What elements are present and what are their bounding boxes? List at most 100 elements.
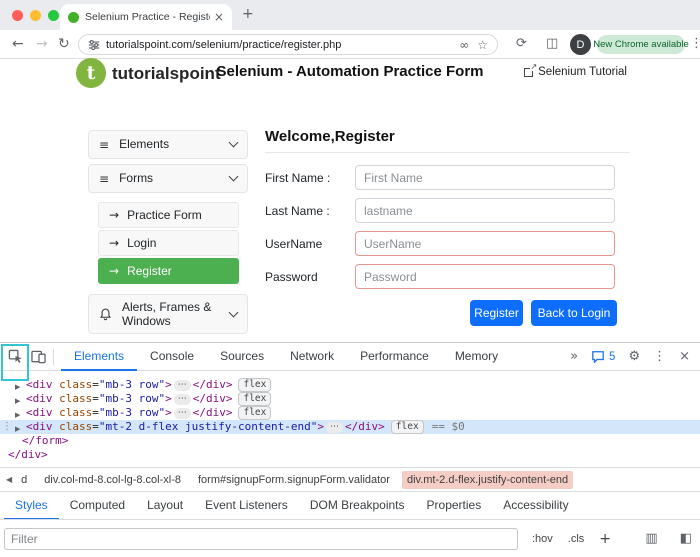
register-button[interactable]: Register: [470, 300, 523, 326]
close-window-button[interactable]: [12, 10, 23, 21]
glasses-icon[interactable]: ∞: [459, 38, 469, 52]
devtools-tab-elements[interactable]: Elements: [61, 343, 137, 371]
devtools-tab-performance[interactable]: Performance: [347, 343, 442, 371]
expand-children-button[interactable]: ⋯: [174, 408, 191, 419]
tab-close-icon[interactable]: ×: [214, 10, 224, 24]
username-input[interactable]: [355, 231, 615, 256]
inspect-element-button[interactable]: [8, 349, 23, 364]
styles-filter-input[interactable]: [4, 528, 518, 550]
accordion-elements-label: Elements: [119, 137, 230, 151]
site-settings-icon[interactable]: [88, 39, 100, 51]
dom-tree-row[interactable]: ▶<div class="mb-3 row">⋯</div>flex: [0, 406, 700, 420]
dom-tree-row[interactable]: ▶<div class="mb-3 row">⋯</div>flex: [0, 392, 700, 406]
tab-layout[interactable]: Layout: [136, 492, 194, 520]
selenium-favicon: [68, 12, 79, 23]
devtools-tabbar: Elements Console Sources Network Perform…: [0, 343, 700, 371]
accordion-elements[interactable]: ≡ Elements: [88, 130, 248, 159]
accordion-forms[interactable]: ≡ Forms: [88, 164, 248, 193]
forward-button[interactable]: →: [36, 36, 48, 52]
breadcrumb-item[interactable]: d: [16, 471, 32, 489]
sidebar-item-practice-form[interactable]: → Practice Form: [98, 202, 239, 228]
new-chrome-button[interactable]: New Chrome available: [597, 35, 685, 54]
more-panels-icon[interactable]: »: [570, 349, 578, 364]
browser-tab[interactable]: Selenium Practice - Register ×: [60, 4, 232, 30]
sidebar-item-label: Login: [127, 236, 156, 250]
bell-icon: [99, 307, 112, 321]
breadcrumb-scroll-left-icon[interactable]: ◀: [2, 475, 16, 484]
tab-properties[interactable]: Properties: [416, 492, 493, 520]
hover-state-button[interactable]: :hov: [532, 533, 553, 545]
class-toggle-button[interactable]: .cls: [568, 533, 585, 545]
accordion-alerts-frames-windows[interactable]: Alerts, Frames & Windows: [88, 294, 248, 334]
tab-dom-breakpoints[interactable]: DOM Breakpoints: [299, 492, 416, 520]
last-name-input[interactable]: [355, 198, 615, 223]
devtools-tab-sources[interactable]: Sources: [207, 343, 277, 371]
arrow-right-icon: →: [109, 208, 119, 222]
tab-styles[interactable]: Styles: [4, 492, 59, 520]
issues-button[interactable]: 5: [591, 350, 615, 363]
dollar-zero-annotation: == $0: [432, 420, 465, 433]
selenium-tutorial-link[interactable]: ↗ Selenium Tutorial: [524, 66, 627, 78]
back-to-login-button[interactable]: Back to Login: [531, 300, 617, 326]
dom-tree-row[interactable]: </form>: [0, 434, 700, 448]
breadcrumb-item[interactable]: form#signupForm.signupForm.validator: [193, 471, 395, 489]
devtools-tab-network[interactable]: Network: [277, 343, 347, 371]
reload-button[interactable]: ↻: [58, 36, 70, 52]
password-input[interactable]: [355, 264, 615, 289]
styles-sidebar-tabs: Styles Computed Layout Event Listeners D…: [0, 491, 700, 519]
new-tab-button[interactable]: +: [242, 6, 254, 22]
devtools-close-icon[interactable]: ×: [679, 349, 690, 364]
profile-avatar[interactable]: D: [570, 34, 591, 55]
device-toolbar-button[interactable]: [31, 350, 46, 364]
divider: [265, 152, 630, 153]
inspect-cursor-icon: [8, 349, 23, 364]
device-toolbar-icon: [31, 350, 46, 364]
new-style-rule-button[interactable]: +: [599, 531, 611, 547]
sidebar-toggle-icon[interactable]: ◧: [680, 531, 692, 546]
expand-children-button[interactable]: ⋯: [326, 422, 343, 433]
split-view-icon[interactable]: ◫: [546, 36, 558, 51]
sidebar-item-label: Practice Form: [127, 208, 202, 222]
password-label: Password: [265, 270, 318, 284]
sidebar-item-label: Register: [127, 264, 172, 278]
vertical-dots-icon: ⋮: [2, 420, 12, 434]
arrow-right-icon: →: [109, 264, 119, 278]
flex-badge[interactable]: flex: [238, 392, 271, 406]
browser-menu-icon[interactable]: ⋮: [690, 36, 700, 51]
sidebar-item-login[interactable]: → Login: [98, 230, 239, 256]
accordion-forms-label: Forms: [119, 171, 230, 185]
flex-badge[interactable]: flex: [391, 420, 424, 434]
breadcrumb-item-selected[interactable]: div.mt-2.d-flex.justify-content-end: [402, 471, 573, 489]
expand-children-button[interactable]: ⋯: [174, 394, 191, 405]
back-button[interactable]: ←: [12, 36, 24, 52]
devtools-menu-icon[interactable]: ⋮: [653, 349, 666, 364]
welcome-heading: Welcome,Register: [265, 128, 395, 145]
devtools-tab-console[interactable]: Console: [137, 343, 207, 371]
dom-tree: ▶<div class="mb-3 row">⋯</div>flex ▶<div…: [0, 372, 700, 467]
hamburger-icon: ≡: [99, 138, 109, 152]
settings-gear-icon[interactable]: ⚙: [628, 349, 640, 364]
sidebar-item-register[interactable]: → Register: [98, 258, 239, 284]
flex-badge[interactable]: flex: [238, 378, 271, 392]
zoom-window-button[interactable]: [48, 10, 59, 21]
dom-tree-row-selected[interactable]: ⋮▶<div class="mt-2 d-flex justify-conten…: [0, 420, 700, 434]
tab-computed[interactable]: Computed: [59, 492, 136, 520]
minimize-window-button[interactable]: [30, 10, 41, 21]
tab-accessibility[interactable]: Accessibility: [492, 492, 579, 520]
expand-children-button[interactable]: ⋯: [174, 380, 191, 391]
address-bar[interactable]: tutorialspoint.com/selenium/practice/reg…: [78, 34, 498, 55]
tab-title: Selenium Practice - Register: [85, 11, 210, 23]
first-name-input[interactable]: [355, 165, 615, 190]
flex-badge[interactable]: flex: [238, 406, 271, 420]
circular-arrow-icon[interactable]: ⟳: [516, 36, 527, 51]
bookmark-star-icon[interactable]: ☆: [477, 38, 488, 52]
dom-tree-row[interactable]: ▶<div class="mb-3 row">⋯</div>flex: [0, 378, 700, 392]
breadcrumb-item[interactable]: div.col-md-8.col-lg-8.col-xl-8: [39, 471, 186, 489]
arrow-right-icon: →: [109, 236, 119, 250]
issues-bubble-icon: [591, 350, 605, 363]
devtools-tab-memory[interactable]: Memory: [442, 343, 511, 371]
dom-tree-row[interactable]: </div>: [0, 448, 700, 462]
tab-event-listeners[interactable]: Event Listeners: [194, 492, 299, 520]
element-state-grid-icon[interactable]: ▥: [645, 531, 657, 546]
external-link-icon: ↗: [524, 68, 533, 77]
